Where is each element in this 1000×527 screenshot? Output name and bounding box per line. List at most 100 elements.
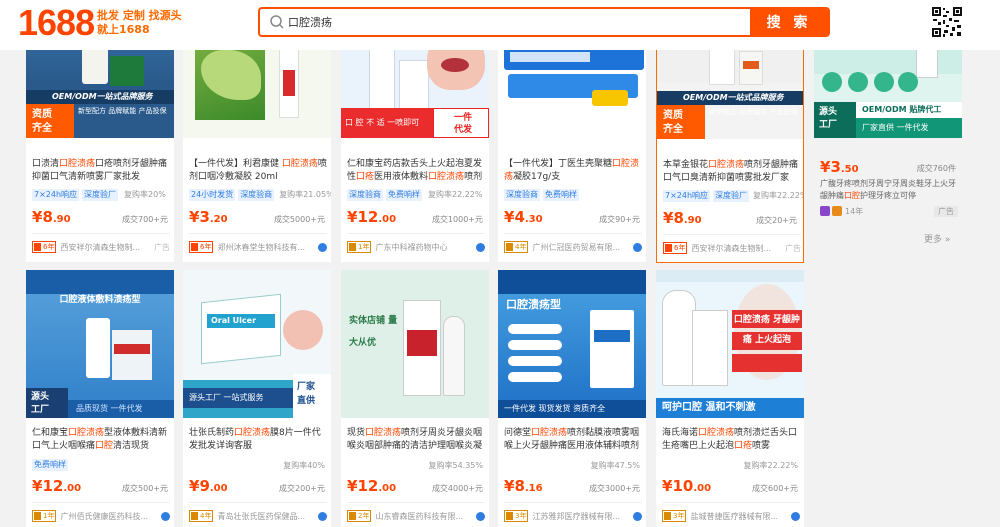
years-badge: 2年 bbox=[347, 510, 372, 522]
product-title[interactable]: 海氏海诺口腔溃疡喷剂溃烂舌头口生疮嘴巴上火起泡口疮喷雾 bbox=[662, 427, 800, 453]
product-title[interactable]: 【一件代发】丁医生壳聚糖口腔溃疡凝胶17g/支 bbox=[504, 158, 642, 184]
title-part: 凝胶17g/支 bbox=[513, 172, 561, 182]
chat-icon[interactable] bbox=[476, 242, 485, 252]
divider bbox=[662, 502, 800, 503]
product-image[interactable]: 口腔溃疡型 一件代发 现货发货 资质齐全 bbox=[498, 270, 646, 418]
years-badge: 3年 bbox=[504, 510, 529, 522]
product-card[interactable]: 口腔液体敷料溃疡型 源头 工厂 品质现货 一件代发 仁和康宝口腔溃疡型液体敷料清… bbox=[26, 270, 174, 527]
shop-name-link[interactable]: 西安祥尔清森生物制... bbox=[60, 242, 151, 253]
page-scrollbar[interactable] bbox=[993, 0, 1000, 527]
shop-row: 14年 广告 bbox=[820, 204, 958, 218]
product-title[interactable]: 现货口腔溃疡喷剂牙周炎牙龈炎咽喉炎咽部肿痛的清洁护理咽喉炎凝胶液 bbox=[347, 427, 485, 453]
price-integer: 12 bbox=[357, 477, 379, 495]
title-part: 壮张氏制药 bbox=[189, 428, 235, 438]
product-title[interactable]: 广馥牙疼喷剂牙周宁牙周炎鞋牙上火牙龈肿痛口腔护理牙疼立可停 bbox=[820, 178, 958, 204]
thumb-caption: OEM/ODM 贴牌代工 bbox=[856, 102, 962, 118]
thumb-banner: 一件代发 现货发货 资质齐全 bbox=[498, 400, 646, 418]
search-input[interactable] bbox=[288, 9, 748, 35]
price-integer: 8 bbox=[42, 208, 53, 226]
keyword-highlight: 口腔溃疡 bbox=[68, 428, 105, 438]
service-tags: 24小时发货 深度验商 复购率21.05% bbox=[189, 189, 331, 201]
service-tag: 深度验商 bbox=[347, 189, 383, 201]
transaction-amount: 成交1000+元 bbox=[431, 215, 483, 224]
repurchase-rate: 复购率40% bbox=[283, 461, 325, 470]
years-badge: 1年 bbox=[347, 241, 372, 253]
product-image[interactable]: 口腔液体敷料溃疡型 源头 工厂 品质现货 一件代发 bbox=[26, 270, 174, 418]
shop-name-link[interactable]: 广州佰氏健康医药科技... bbox=[60, 511, 158, 522]
search-button[interactable]: 搜 索 bbox=[750, 9, 828, 35]
repurchase-rate: 复购率21.05% bbox=[279, 190, 331, 199]
price-decimal: .90 bbox=[683, 215, 702, 226]
site-logo[interactable]: 1688 bbox=[18, 4, 95, 42]
product-card[interactable]: 实体店铺 量大从优 现货口腔溃疡喷剂牙周炎牙龈炎咽喉炎咽部肿痛的清洁护理咽喉炎凝… bbox=[341, 270, 489, 527]
thumb-badge: 厂家 直供 bbox=[293, 374, 331, 418]
chat-icon[interactable] bbox=[318, 511, 327, 521]
chat-icon[interactable] bbox=[476, 511, 485, 521]
product-image[interactable]: 实体店铺 量大从优 bbox=[341, 270, 489, 418]
product-title[interactable]: 口溃清口腔溃疡口疮喷剂牙龈肿痛抑菌口气清新喷雾厂家批发 bbox=[32, 158, 170, 184]
thumb-caption: 新型配方 品牌赋能 产品投保 bbox=[78, 107, 167, 115]
keyword-highlight: 口腔溃疡 bbox=[234, 428, 271, 438]
transaction-amount: 成交700+元 bbox=[122, 215, 168, 224]
product-title[interactable]: 仁和康宝口腔溃疡型液体敷料清新口气上火咽喉痛口腔清洁现货 bbox=[32, 427, 170, 453]
thumb-badge: 资质 齐全 bbox=[657, 105, 705, 139]
shop-row: 1年 广州佰氏健康医药科技... bbox=[32, 509, 170, 523]
shop-name-link[interactable]: 广州仁冠医药贸易有限... bbox=[532, 242, 630, 253]
qr-code-icon[interactable] bbox=[930, 5, 964, 39]
thumb-banner: OEM/ODM一站式品牌服务 bbox=[26, 90, 174, 104]
chat-icon[interactable] bbox=[633, 511, 642, 521]
chat-icon[interactable] bbox=[791, 511, 800, 521]
keyword-highlight: 口腔溃疡 bbox=[708, 160, 745, 170]
shop-row: 6年 西安祥尔清森生物制... 广告 bbox=[32, 240, 170, 254]
shop-row: 3年 江苏雅邦医疗器械有限... bbox=[504, 509, 642, 523]
chat-icon[interactable] bbox=[318, 242, 327, 252]
price: ¥12.00 bbox=[347, 477, 397, 495]
product-title[interactable]: 问德堂口腔溃疡喷剂黏膜液喷雾咽喉上火牙龈肿痛医用液体辅料喷剂 bbox=[504, 427, 642, 453]
price-decimal: .00 bbox=[63, 483, 82, 494]
transaction-amount: 成交90+元 bbox=[599, 215, 640, 224]
shop-row: 4年 青岛壮张氏医药保健品... bbox=[189, 509, 327, 523]
product-card[interactable]: 口腔溃疡型 一件代发 现货发货 资质齐全 问德堂口腔溃疡喷剂黏膜液喷雾咽喉上火牙… bbox=[498, 270, 646, 527]
thumb-heading: 口腔液体敷料溃疡型 bbox=[59, 295, 141, 305]
shop-name-link[interactable]: 青岛壮张氏医药保健品... bbox=[217, 511, 315, 522]
top-header: 1688 批发 定制 找源头 就上1688 搜 索 bbox=[0, 0, 1000, 50]
shop-name-link[interactable]: 西安祥尔清森生物制... bbox=[691, 243, 782, 254]
service-tag: 免费响样 bbox=[32, 459, 68, 471]
shop-name-link[interactable]: 盐城普捷医疗器械有限... bbox=[690, 511, 788, 522]
shop-name-link[interactable]: 江苏雅邦医疗器械有限... bbox=[532, 511, 630, 522]
price: ¥10.00 bbox=[662, 477, 712, 495]
chat-icon[interactable] bbox=[633, 242, 642, 252]
thumb-banner: 口 腔 不 适 一喷即可 bbox=[341, 108, 433, 138]
price-integer: 8 bbox=[514, 477, 525, 495]
service-tag: 免费响样 bbox=[543, 189, 579, 201]
more-link[interactable]: 更多 » bbox=[924, 232, 950, 245]
thumb-banner: 源头工厂 一站式服务 bbox=[183, 388, 293, 408]
service-tag: 深度验商 bbox=[504, 189, 540, 201]
price-integer: 9 bbox=[199, 477, 210, 495]
product-title[interactable]: 本草金银花口腔溃疡喷剂牙龈肿痛口气口臭清新抑菌喷雾批发厂家 bbox=[663, 159, 801, 185]
shop-name-link[interactable]: 山东睿森医药科技有限... bbox=[375, 511, 473, 522]
more-label: 更多 bbox=[924, 235, 943, 245]
transaction-amount: 成交5000+元 bbox=[273, 215, 325, 224]
chat-icon[interactable] bbox=[161, 511, 170, 521]
shop-name-link[interactable]: 郑州沐春堂生物科技有... bbox=[217, 242, 315, 253]
keyword-highlight: 口腔 bbox=[844, 191, 860, 200]
price-integer: 3 bbox=[199, 208, 210, 226]
product-title[interactable]: 仁和康宝药店款舌头上火起泡夏发性口疮医用液体敷料口腔溃疡喷剂 bbox=[347, 158, 485, 184]
divider bbox=[347, 502, 485, 503]
shop-row: 1年 广东中科褓药物中心 bbox=[347, 240, 485, 254]
shop-row: 4年 广州仁冠医药贸易有限... bbox=[504, 240, 642, 254]
product-image[interactable]: 口腔溃疡 牙龈肿痛 上火起泡 呵护口腔 温和不刺激 bbox=[656, 270, 804, 418]
thumb-banner: 厂家直供 一件代发 bbox=[856, 118, 962, 138]
product-card[interactable]: Oral Ulcer 源头工厂 一站式服务 厂家 直供 壮张氏制药口腔溃疡膜8片… bbox=[183, 270, 331, 527]
product-title[interactable]: 壮张氏制药口腔溃疡膜8片一件代发批发详询客服 bbox=[189, 427, 327, 453]
shop-name-link[interactable]: 广东中科褓药物中心 bbox=[375, 242, 473, 253]
product-card[interactable]: 口腔溃疡 牙龈肿痛 上火起泡 呵护口腔 温和不刺激 海氏海诺口腔溃疡喷剂溃烂舌头… bbox=[656, 270, 804, 527]
product-title[interactable]: 【一件代发】利君康健 口腔溃疡喷剂口咽冷敷凝胶 20ml bbox=[189, 158, 327, 184]
title-part: 【一件代发】丁医生壳聚糖 bbox=[504, 159, 613, 169]
product-image[interactable]: Oral Ulcer 源头工厂 一站式服务 厂家 直供 bbox=[183, 270, 331, 418]
price: ¥3.50 bbox=[820, 158, 859, 176]
price: ¥12.00 bbox=[32, 477, 82, 495]
divider bbox=[32, 502, 170, 503]
title-part: 【一件代发】利君康健 bbox=[189, 159, 282, 169]
